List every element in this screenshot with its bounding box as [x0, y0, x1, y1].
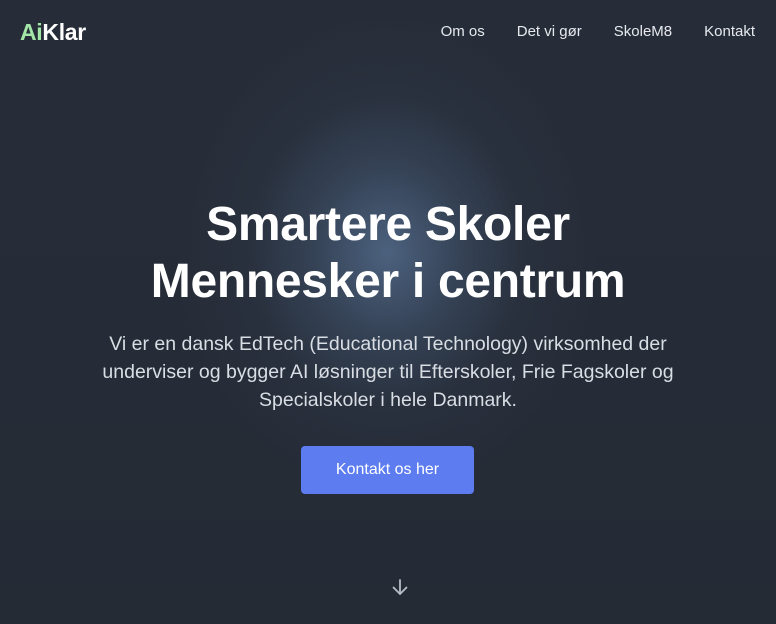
logo[interactable]: AiKlar [20, 17, 86, 47]
nav-link-det-vi-goer[interactable]: Det vi gør [517, 22, 582, 42]
nav-links: Om os Det vi gør SkoleM8 Kontakt [441, 22, 755, 42]
hero-section: AiKlar Om os Det vi gør SkoleM8 Kontakt … [0, 0, 776, 624]
navbar: AiKlar Om os Det vi gør SkoleM8 Kontakt [0, 0, 776, 64]
arrow-down-icon[interactable] [388, 576, 412, 600]
nav-link-om-os[interactable]: Om os [441, 22, 485, 42]
contact-cta-button[interactable]: Kontakt os her [301, 446, 474, 494]
hero-headline: Smartere Skoler Mennesker i centrum [0, 196, 776, 310]
logo-klar: Klar [42, 19, 86, 45]
hero-subtext: Vi er en dansk EdTech (Educational Techn… [102, 333, 674, 411]
headline-line-2: Mennesker i centrum [150, 255, 626, 308]
nav-link-kontakt[interactable]: Kontakt [704, 22, 755, 42]
logo-ai: Ai [20, 19, 43, 45]
headline-line-1: Smartere Skoler [206, 198, 570, 251]
arrow-down-icon-svg [392, 579, 408, 595]
nav-link-skolem8[interactable]: SkoleM8 [614, 22, 672, 42]
